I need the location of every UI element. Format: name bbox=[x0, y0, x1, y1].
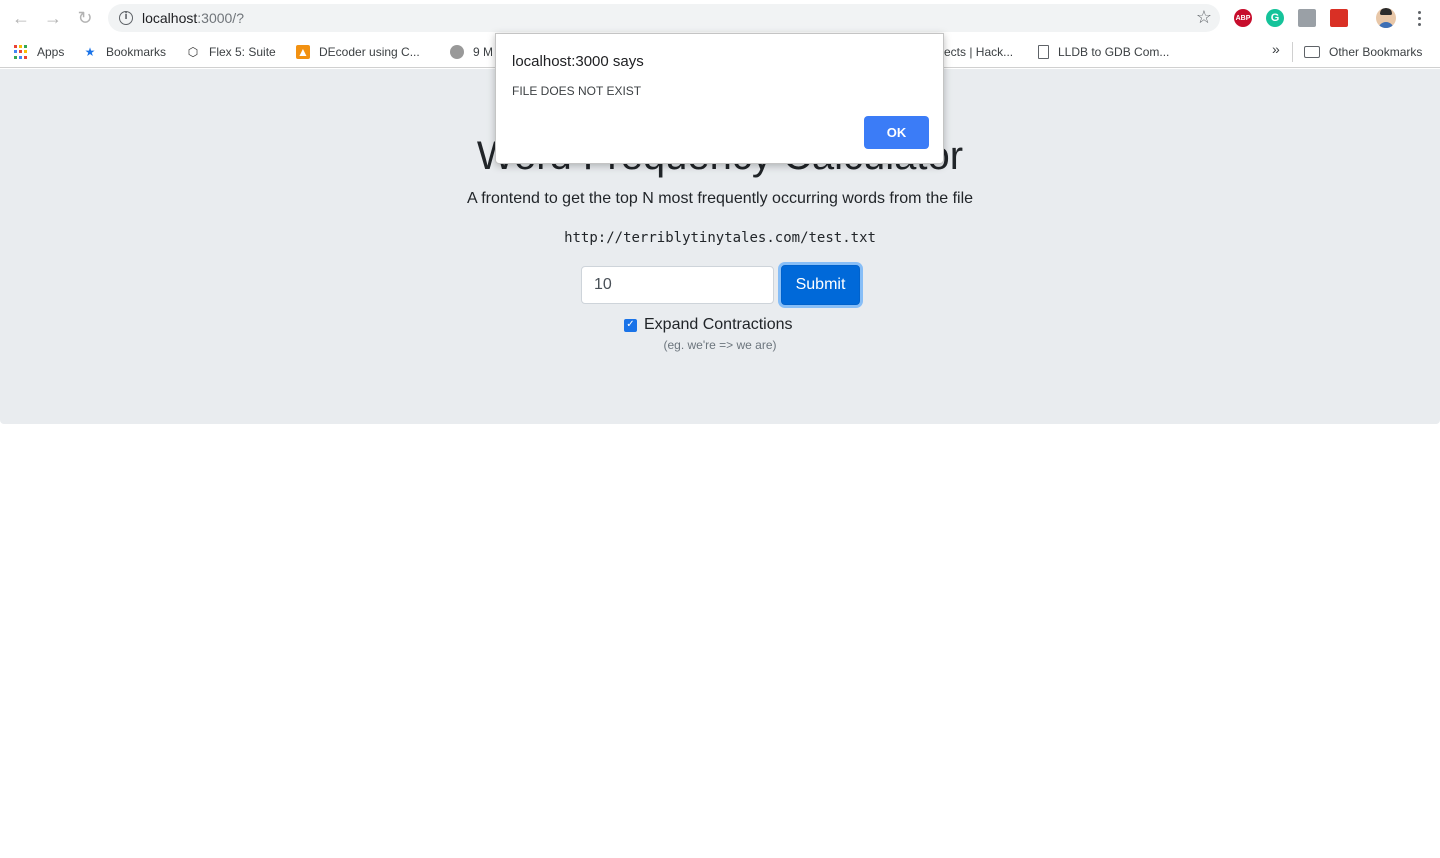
star-icon: ★ bbox=[84, 45, 96, 59]
page-lead: A frontend to get the top N most frequen… bbox=[466, 190, 974, 207]
back-arrow-icon[interactable]: ← bbox=[10, 7, 32, 29]
grammarly-extension-icon[interactable]: G bbox=[1266, 9, 1284, 27]
bookmark-hack[interactable]: ects | Hack... bbox=[944, 42, 1013, 62]
word-count-input[interactable] bbox=[581, 266, 774, 304]
dialog-ok-button[interactable]: OK bbox=[864, 116, 929, 149]
bookmark-other[interactable]: Other Bookmarks bbox=[1304, 42, 1422, 62]
alert-dialog: localhost:3000 says FILE DOES NOT EXIST … bbox=[495, 33, 944, 164]
file-url: http://terriblytinytales.com/test.txt bbox=[564, 230, 876, 246]
extension-icon[interactable] bbox=[1330, 9, 1348, 27]
site-icon bbox=[450, 45, 464, 59]
profile-avatar[interactable] bbox=[1376, 8, 1396, 28]
decoder-icon: ▲ bbox=[296, 45, 310, 59]
submit-button[interactable]: Submit bbox=[781, 265, 860, 305]
document-icon bbox=[1038, 45, 1049, 59]
bookmark-star-icon[interactable]: ☆ bbox=[1196, 7, 1212, 28]
dialog-message: FILE DOES NOT EXIST bbox=[512, 84, 642, 98]
browser-menu-icon[interactable] bbox=[1410, 8, 1428, 28]
extension-icon[interactable] bbox=[1298, 9, 1316, 27]
expand-contractions-checkbox[interactable]: ✓ bbox=[624, 318, 637, 332]
bookmark-lldb[interactable]: LLDB to GDB Com... bbox=[1038, 42, 1169, 62]
bookmark-decoder[interactable]: ▲ DEcoder using C... bbox=[296, 42, 420, 62]
bookmark-apps[interactable]: Apps bbox=[14, 42, 64, 62]
bookmarks-divider bbox=[1292, 42, 1293, 62]
bookmark-bookmarks[interactable]: ★ Bookmarks bbox=[83, 42, 166, 62]
codepen-icon: ⬡ bbox=[187, 45, 199, 59]
bookmark-9m[interactable]: 9 M bbox=[450, 42, 493, 62]
contractions-help-text: (eg. we're => we are) bbox=[663, 338, 777, 352]
expand-contractions-label[interactable]: Expand Contractions bbox=[644, 316, 793, 334]
dialog-title: localhost:3000 says bbox=[512, 53, 644, 70]
adblock-extension-icon[interactable]: ABP bbox=[1234, 9, 1252, 27]
more-bookmarks-chevron-icon[interactable]: » bbox=[1272, 41, 1280, 57]
forward-arrow-icon[interactable]: → bbox=[42, 7, 64, 29]
apps-grid-icon bbox=[14, 45, 28, 59]
info-icon[interactable]: i bbox=[119, 11, 133, 25]
browser-toolbar: ← → ↻ i localhost:3000/? ☆ ABP G bbox=[0, 0, 1440, 36]
address-bar[interactable]: i localhost:3000/? ☆ bbox=[108, 4, 1220, 32]
reload-icon[interactable]: ↻ bbox=[74, 7, 96, 29]
bookmark-flex-suite[interactable]: ⬡ Flex 5: Suite bbox=[186, 42, 276, 62]
url-text[interactable]: localhost:3000/? bbox=[142, 10, 244, 26]
expand-contractions-row: ✓ Expand Contractions bbox=[624, 315, 793, 335]
folder-icon bbox=[1304, 46, 1320, 58]
